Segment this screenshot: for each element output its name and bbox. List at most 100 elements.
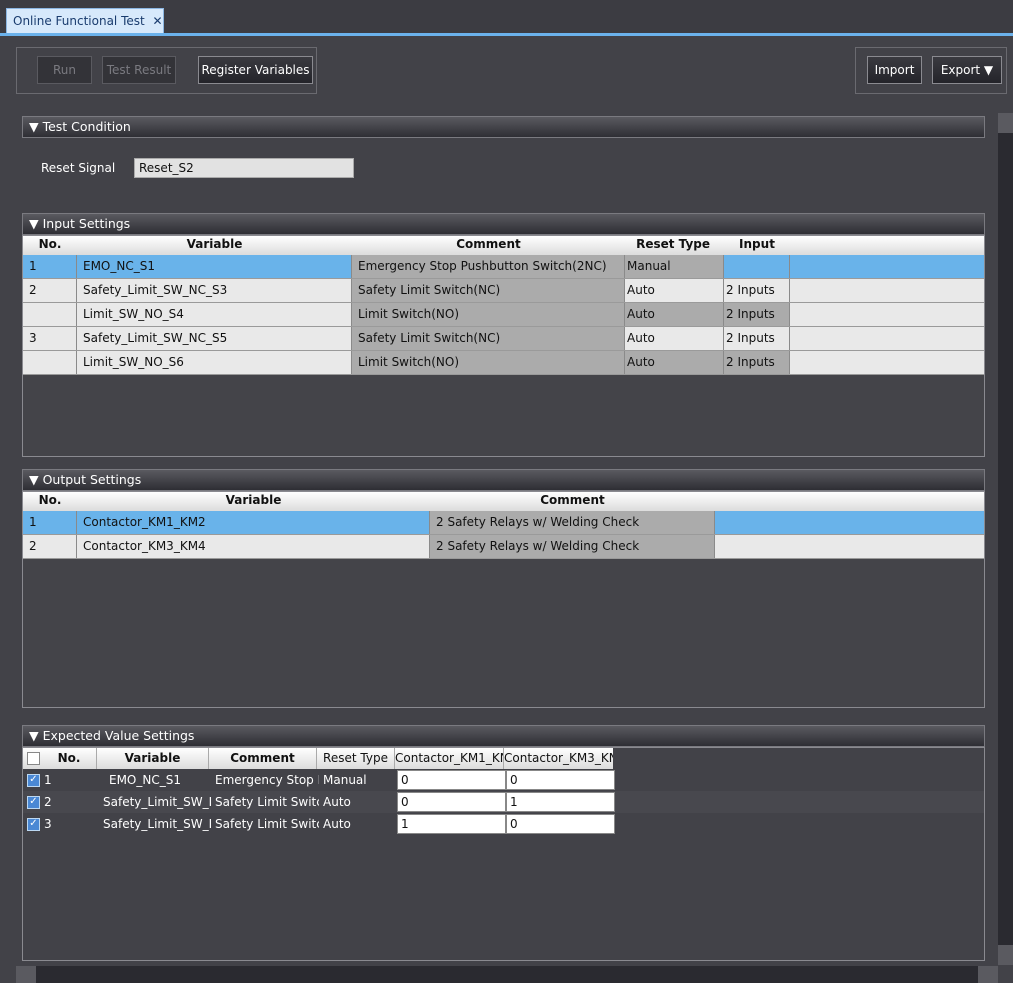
expected-grid-header: No. Variable Comment Reset Type Contacto…	[23, 748, 984, 769]
row-variable[interactable]: Contactor_KM3_KM4	[77, 535, 430, 558]
test-condition-header[interactable]: ▼ Test Condition	[22, 116, 985, 138]
tab-underline	[0, 33, 1013, 36]
row-no: 1	[44, 773, 52, 787]
row-comment: Safety Limit Switch(NC)	[352, 279, 625, 302]
row-comment: Emergency Stop F	[215, 773, 319, 787]
run-button[interactable]: Run	[37, 56, 92, 84]
row-comment: Safety Limit Switc	[215, 795, 319, 809]
row-variable: Safety_Limit_SW_I	[103, 795, 211, 809]
table-row[interactable]: Limit_SW_NO_S4 Limit Switch(NO) Auto 2 I…	[23, 303, 984, 327]
table-row[interactable]: 3 Safety_Limit_SW_NC_S5 Safety Limit Swi…	[23, 327, 984, 351]
import-button[interactable]: Import	[867, 56, 922, 84]
col-input-type[interactable]: Input Type	[724, 236, 790, 268]
table-row[interactable]: 1 EMO_NC_S1 Emergency Stop Pushbutton Sw…	[23, 255, 984, 279]
col-comment[interactable]: Comment	[352, 236, 625, 255]
row-input-type[interactable]: 2 Inputs	[724, 279, 790, 302]
expected-value-input[interactable]: 0	[397, 792, 506, 812]
register-variables-button[interactable]: Register Variables	[198, 56, 313, 84]
row-variable[interactable]: Limit_SW_NO_S4	[77, 303, 352, 326]
row-comment: Limit Switch(NO)	[352, 351, 625, 374]
row-input-type[interactable]	[724, 255, 790, 278]
vertical-scrollbar[interactable]	[998, 113, 1013, 965]
table-row[interactable]: 2 Safety_Limit_SW_NC_S3 Safety Limit Swi…	[23, 279, 984, 303]
row-reset-type[interactable]: Auto	[625, 351, 724, 374]
table-row[interactable]: ✓ 3 Safety_Limit_SW_I Safety Limit Switc…	[23, 813, 984, 835]
col-contactor-km1[interactable]: Contactor_KM1_KN	[395, 748, 504, 769]
row-no: 2	[23, 279, 77, 302]
row-comment: Emergency Stop Pushbutton Switch(2NC)	[352, 255, 625, 278]
col-variable[interactable]: Variable	[77, 492, 430, 511]
col-comment[interactable]: Comment	[209, 748, 317, 769]
table-row[interactable]: 1 Contactor_KM1_KM2 2 Safety Relays w/ W…	[23, 511, 984, 535]
tab-title: Online Functional Test	[13, 14, 145, 28]
close-icon[interactable]: ✕	[153, 14, 163, 28]
row-variable[interactable]: Safety_Limit_SW_NC_S5	[77, 327, 352, 350]
row-comment: 2 Safety Relays w/ Welding Check	[430, 535, 715, 558]
row-checkbox[interactable]: ✓	[27, 774, 40, 787]
row-reset-type[interactable]: Manual	[625, 255, 724, 278]
row-checkbox[interactable]: ✓	[27, 796, 40, 809]
export-dropdown-button[interactable]: Export ▼	[932, 56, 1002, 84]
col-reset-type[interactable]: Reset Type	[317, 748, 395, 769]
scroll-right-arrow-icon[interactable]	[978, 966, 998, 983]
row-variable: EMO_NC_S1	[109, 773, 181, 787]
table-row[interactable]: Limit_SW_NO_S6 Limit Switch(NO) Auto 2 I…	[23, 351, 984, 375]
row-variable[interactable]: Limit_SW_NO_S6	[77, 351, 352, 374]
select-all-checkbox[interactable]	[23, 748, 42, 769]
expected-value-input[interactable]: 0	[397, 770, 506, 790]
row-reset-type: Auto	[323, 817, 351, 831]
row-input-type[interactable]: 2 Inputs	[724, 351, 790, 374]
row-reset-type: Auto	[323, 795, 351, 809]
row-no: 2	[23, 535, 77, 558]
row-no: 3	[44, 817, 52, 831]
horizontal-scrollbar[interactable]	[16, 966, 998, 983]
expected-value-input[interactable]: 1	[506, 792, 615, 812]
row-checkbox[interactable]: ✓	[27, 818, 40, 831]
row-comment: Safety Limit Switch(NC)	[352, 327, 625, 350]
col-variable[interactable]: Variable	[97, 748, 209, 769]
expected-value-input[interactable]: 1	[397, 814, 506, 834]
reset-signal-field[interactable]: Reset_S2	[134, 158, 354, 178]
expected-value-settings-header[interactable]: ▼ Expected Value Settings	[22, 725, 985, 747]
output-settings-header[interactable]: ▼ Output Settings	[22, 469, 985, 491]
row-no: 1	[23, 255, 77, 278]
col-comment[interactable]: Comment	[430, 492, 715, 511]
row-comment: 2 Safety Relays w/ Welding Check	[430, 511, 715, 534]
row-input-type[interactable]: 2 Inputs	[724, 303, 790, 326]
col-variable[interactable]: Variable	[77, 236, 352, 255]
row-variable[interactable]: Safety_Limit_SW_NC_S3	[77, 279, 352, 302]
output-grid-header: No. Variable Comment	[23, 492, 984, 511]
row-variable[interactable]: Contactor_KM1_KM2	[77, 511, 430, 534]
col-no[interactable]: No.	[23, 236, 77, 255]
expected-value-input[interactable]: 0	[506, 770, 615, 790]
row-reset-type[interactable]: Auto	[625, 279, 724, 302]
scroll-down-arrow-icon[interactable]	[998, 945, 1013, 965]
row-variable[interactable]: EMO_NC_S1	[77, 255, 352, 278]
expected-value-input[interactable]: 0	[506, 814, 615, 834]
row-comment: Limit Switch(NO)	[352, 303, 625, 326]
row-no: 3	[23, 327, 77, 350]
row-no	[23, 351, 77, 374]
table-row[interactable]: ✓ 2 Safety_Limit_SW_I Safety Limit Switc…	[23, 791, 984, 813]
test-result-button[interactable]: Test Result	[102, 56, 176, 84]
row-reset-type[interactable]: Auto	[625, 327, 724, 350]
row-no: 2	[44, 795, 52, 809]
col-no[interactable]: No.	[23, 492, 77, 511]
col-no[interactable]: No.	[42, 748, 97, 769]
col-reset-type[interactable]: Reset Type	[625, 236, 724, 255]
row-comment: Safety Limit Switc	[215, 817, 319, 831]
input-settings-header[interactable]: ▼ Input Settings	[22, 213, 985, 235]
table-row[interactable]: ✓ 1 EMO_NC_S1 Emergency Stop F Manual 0 …	[23, 769, 984, 791]
input-grid-header: No. Variable Comment Reset Type Input Ty…	[23, 236, 984, 268]
row-reset-type: Manual	[323, 773, 367, 787]
output-settings-grid: No. Variable Comment 1 Contactor_KM1_KM2…	[22, 491, 985, 708]
scroll-up-arrow-icon[interactable]	[998, 113, 1013, 133]
scroll-left-arrow-icon[interactable]	[16, 966, 36, 983]
table-row[interactable]: 2 Contactor_KM3_KM4 2 Safety Relays w/ W…	[23, 535, 984, 559]
col-contactor-km3[interactable]: Contactor_KM3_KN	[504, 748, 613, 769]
row-no: 1	[23, 511, 77, 534]
row-input-type[interactable]: 2 Inputs	[724, 327, 790, 350]
row-no	[23, 303, 77, 326]
row-reset-type[interactable]: Auto	[625, 303, 724, 326]
tab-online-functional-test[interactable]: Online Functional Test ✕	[6, 8, 164, 34]
